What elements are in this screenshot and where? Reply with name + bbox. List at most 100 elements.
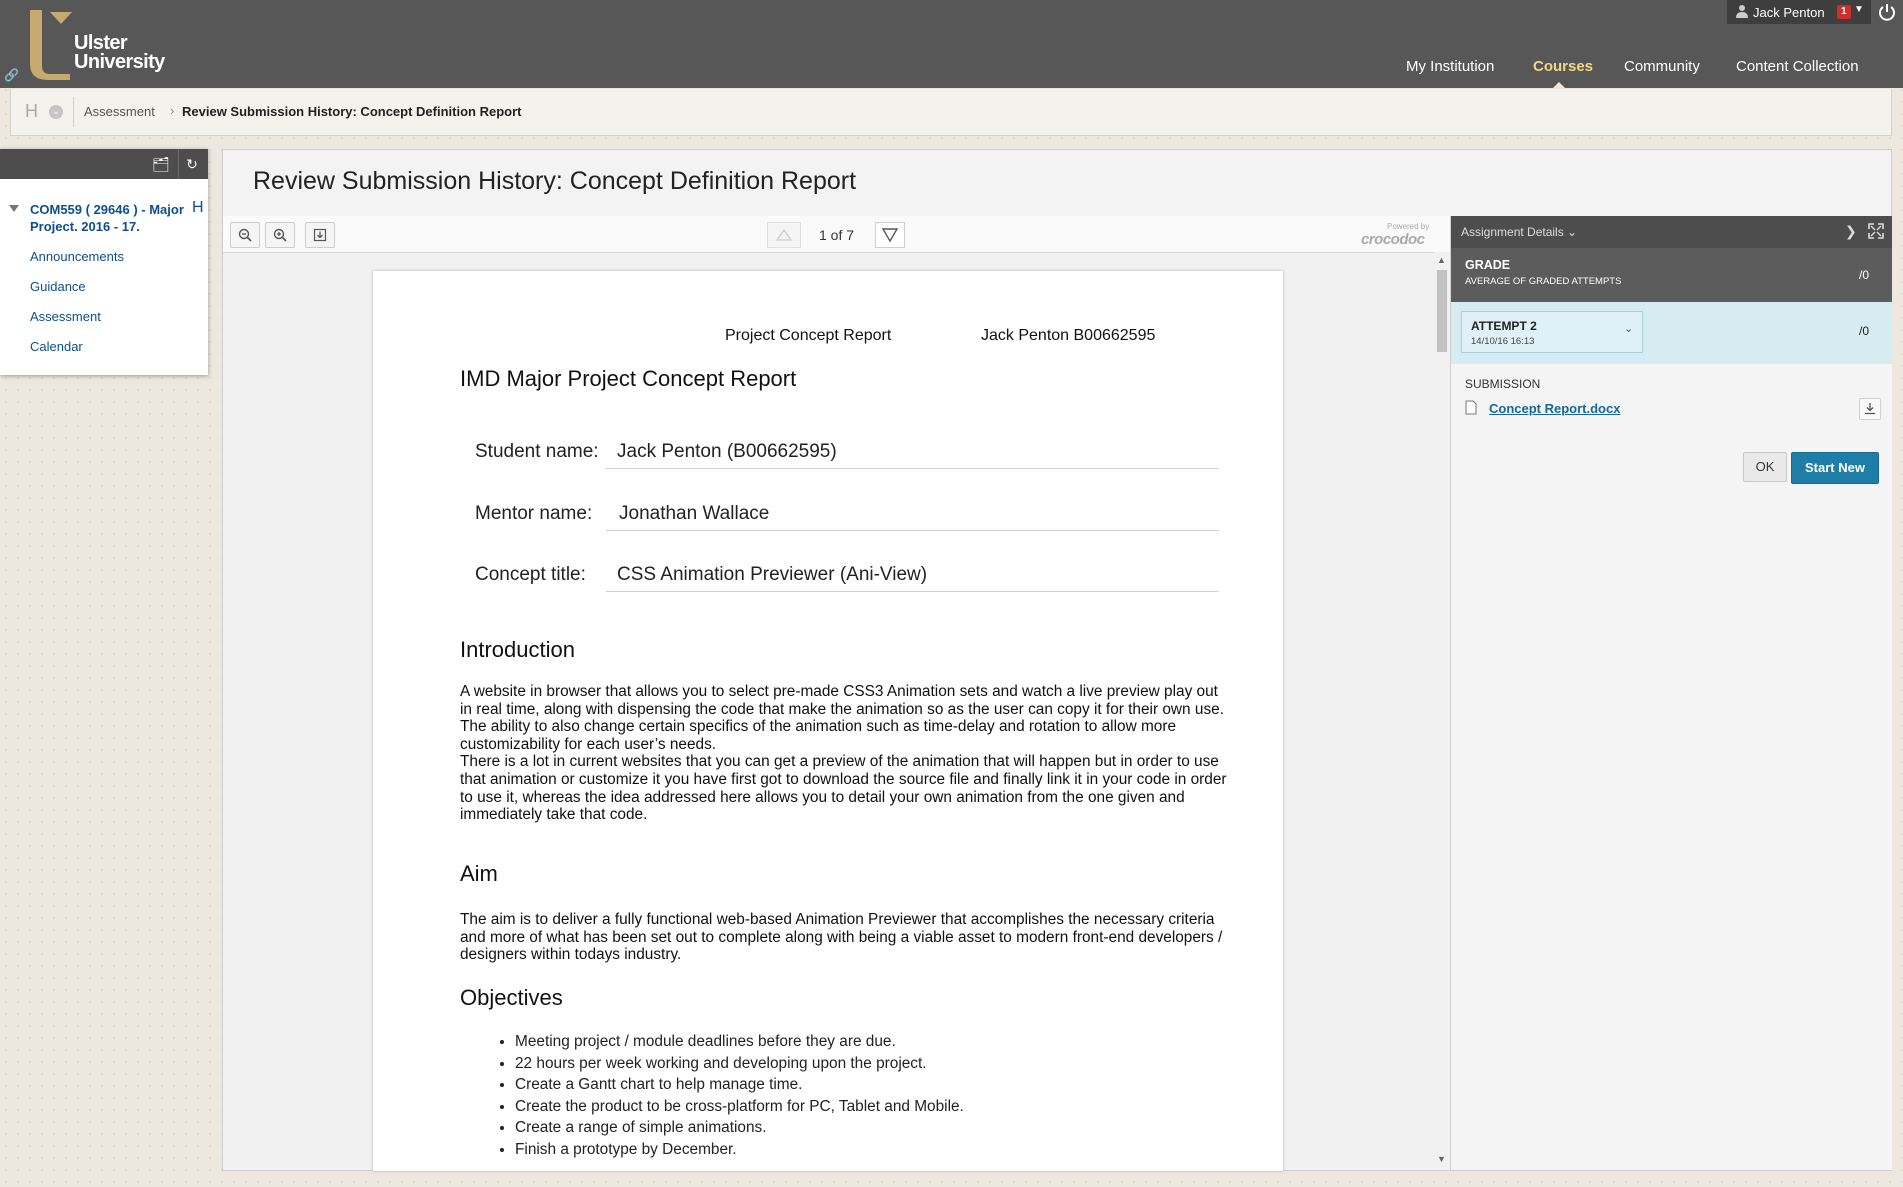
zoom-out-button[interactable] — [230, 222, 260, 248]
intro-paragraph: A website in browser that allows you to … — [460, 683, 1224, 718]
user-menu[interactable]: Jack Penton 1 ▼ — [1727, 0, 1871, 24]
previous-page-button[interactable] — [767, 222, 801, 248]
field-underline — [606, 468, 1219, 469]
breadcrumb: H ⌄ Assessment › Review Submission Histo… — [10, 89, 1892, 136]
triangle-up-icon — [775, 228, 793, 241]
doc-title: IMD Major Project Concept Report — [460, 366, 797, 391]
field-underline — [606, 530, 1219, 531]
download-document-button[interactable] — [305, 222, 335, 248]
heading-aim: Aim — [460, 861, 498, 886]
top-header: Ulster University 🔗 Jack Penton 1 ▼ My I… — [0, 0, 1903, 88]
grade-sublabel: AVERAGE OF GRADED ATTEMPTS — [1465, 276, 1622, 287]
document-viewer: 1 of 7 Powered by crocodoc Project Conce… — [223, 216, 1450, 1171]
viewer-toolbar: 1 of 7 Powered by crocodoc — [223, 216, 1450, 253]
aim-text: The aim is to deliver a fully functional… — [460, 911, 1223, 964]
page-title-bar: Review Submission History: Concept Defin… — [223, 150, 1891, 217]
heading-introduction: Introduction — [460, 637, 575, 662]
crocodoc-brand: crocodoc — [1361, 231, 1425, 248]
download-icon — [1865, 403, 1875, 415]
course-menu-item-calendar[interactable]: Calendar — [30, 339, 83, 354]
refresh-icon[interactable]: ↻ — [181, 153, 203, 175]
breadcrumb-assessment[interactable]: Assessment — [84, 104, 155, 119]
nav-courses[interactable]: Courses — [1533, 58, 1593, 75]
field-value-student: Jack Penton (B00662595) — [617, 441, 837, 462]
logout-power-icon[interactable] — [1876, 1, 1898, 23]
field-value-concept: CSS Animation Previewer (Ani-View) — [617, 564, 928, 585]
attempt-selector[interactable]: ATTEMPT 2 14/10/16 16:13 ⌄ — [1461, 311, 1643, 353]
download-icon — [313, 228, 327, 242]
course-menu-item-assessment[interactable]: Assessment — [30, 309, 101, 324]
link-icon[interactable]: 🔗 — [4, 68, 19, 82]
page-title: Review Submission History: Concept Defin… — [253, 167, 857, 195]
breadcrumb-separator-icon: › — [170, 103, 175, 118]
submission-label: SUBMISSION — [1465, 377, 1541, 391]
course-menu-item-guidance[interactable]: Guidance — [30, 279, 86, 294]
document-scrollbar[interactable]: ▲ ▼ — [1434, 252, 1450, 1170]
chevron-down-circle-icon[interactable]: ⌄ — [49, 105, 63, 119]
logo-text: Ulster University — [74, 32, 165, 73]
zoom-in-button[interactable] — [265, 222, 295, 248]
notification-badge[interactable]: 1 — [1837, 5, 1851, 19]
assignment-details-toggle[interactable]: Assignment Details ⌄ — [1461, 225, 1577, 239]
field-underline — [606, 591, 1219, 592]
course-menu-toggle-icon[interactable]: H — [25, 101, 38, 122]
course-home-icon[interactable]: H — [192, 199, 204, 217]
user-icon — [1736, 5, 1748, 18]
list-item: Meeting project / module deadlines befor… — [515, 1031, 1275, 1053]
nav-community[interactable]: Community — [1624, 58, 1700, 75]
fullscreen-icon[interactable] — [1868, 223, 1884, 239]
chevron-right-icon[interactable]: ❯ — [1845, 223, 1857, 240]
field-label-concept: Concept title: — [475, 564, 586, 585]
course-menu-item-announcements[interactable]: Announcements — [30, 249, 124, 264]
list-item: Create the product to be cross-platform … — [515, 1096, 1275, 1118]
scroll-down-icon[interactable]: ▼ — [1437, 1154, 1446, 1164]
ok-button[interactable]: OK — [1743, 452, 1787, 482]
course-menu: 🗂 ↻ COM559 ( 29646 ) - Major Project. 20… — [0, 149, 208, 375]
doc-header-right: Jack Penton B00662595 — [981, 327, 1156, 344]
assignment-details-panel: Assignment Details ⌄ ❯ GRADE AVERAGE OF … — [1450, 216, 1892, 1170]
list-item: Create a Gantt chart to help manage time… — [515, 1074, 1275, 1096]
attempt-row: ATTEMPT 2 14/10/16 16:13 ⌄ /0 — [1451, 302, 1892, 364]
collapse-triangle-icon[interactable] — [9, 205, 19, 212]
crocodoc-logo: Powered by crocodoc — [1347, 222, 1442, 248]
nav-my-institution[interactable]: My Institution — [1406, 58, 1494, 75]
list-item: 22 hours per week working and developing… — [515, 1053, 1275, 1075]
field-label-mentor: Mentor name: — [475, 503, 593, 524]
start-new-button[interactable]: Start New — [1791, 452, 1879, 484]
attempt-date: 14/10/16 16:13 — [1471, 336, 1535, 347]
main-content: Review Submission History: Concept Defin… — [222, 149, 1892, 1171]
active-nav-pointer — [1553, 82, 1565, 88]
document-page: Project Concept Report Jack Penton B0066… — [373, 271, 1283, 1171]
nav-content-collection[interactable]: Content Collection — [1736, 58, 1859, 75]
breadcrumb-current: Review Submission History: Concept Defin… — [182, 104, 522, 119]
submission-file-link[interactable]: Concept Report.docx — [1489, 401, 1620, 416]
grade-value: /0 — [1859, 268, 1870, 282]
divider — [178, 149, 179, 179]
attempt-grade-value: /0 — [1859, 324, 1870, 338]
download-submission-button[interactable] — [1859, 398, 1881, 420]
course-menu-header: 🗂 ↻ — [0, 149, 208, 179]
field-label-student: Student name: — [475, 441, 599, 462]
attempt-label: ATTEMPT 2 — [1471, 319, 1537, 333]
next-page-button[interactable] — [875, 222, 905, 248]
folder-view-icon[interactable]: 🗂 — [150, 153, 172, 175]
scrollbar-thumb[interactable] — [1437, 270, 1447, 352]
assignment-details-header: Assignment Details ⌄ ❯ — [1451, 216, 1892, 248]
file-icon — [1465, 400, 1477, 415]
grade-label: GRADE — [1465, 258, 1511, 272]
list-item: Create a range of simple animations. — [515, 1117, 1275, 1139]
zoom-out-icon — [238, 228, 252, 242]
logo-mark-icon — [30, 10, 72, 80]
intro-paragraph: There is a lot in current websites that … — [460, 753, 1227, 824]
scroll-up-icon[interactable]: ▲ — [1437, 255, 1446, 265]
course-title-link[interactable]: COM559 ( 29646 ) - Major Project. 2016 -… — [30, 201, 190, 235]
chevron-down-icon[interactable]: ▼ — [1854, 4, 1864, 15]
page-indicator: 1 of 7 — [819, 227, 855, 243]
triangle-down-icon — [881, 228, 899, 243]
grade-summary: GRADE AVERAGE OF GRADED ATTEMPTS /0 — [1451, 248, 1892, 302]
university-logo[interactable]: Ulster University — [26, 4, 166, 82]
field-value-mentor: Jonathan Wallace — [619, 503, 770, 524]
user-name: Jack Penton — [1753, 5, 1825, 20]
chevron-down-icon: ⌄ — [1624, 323, 1634, 335]
divider — [73, 97, 74, 127]
